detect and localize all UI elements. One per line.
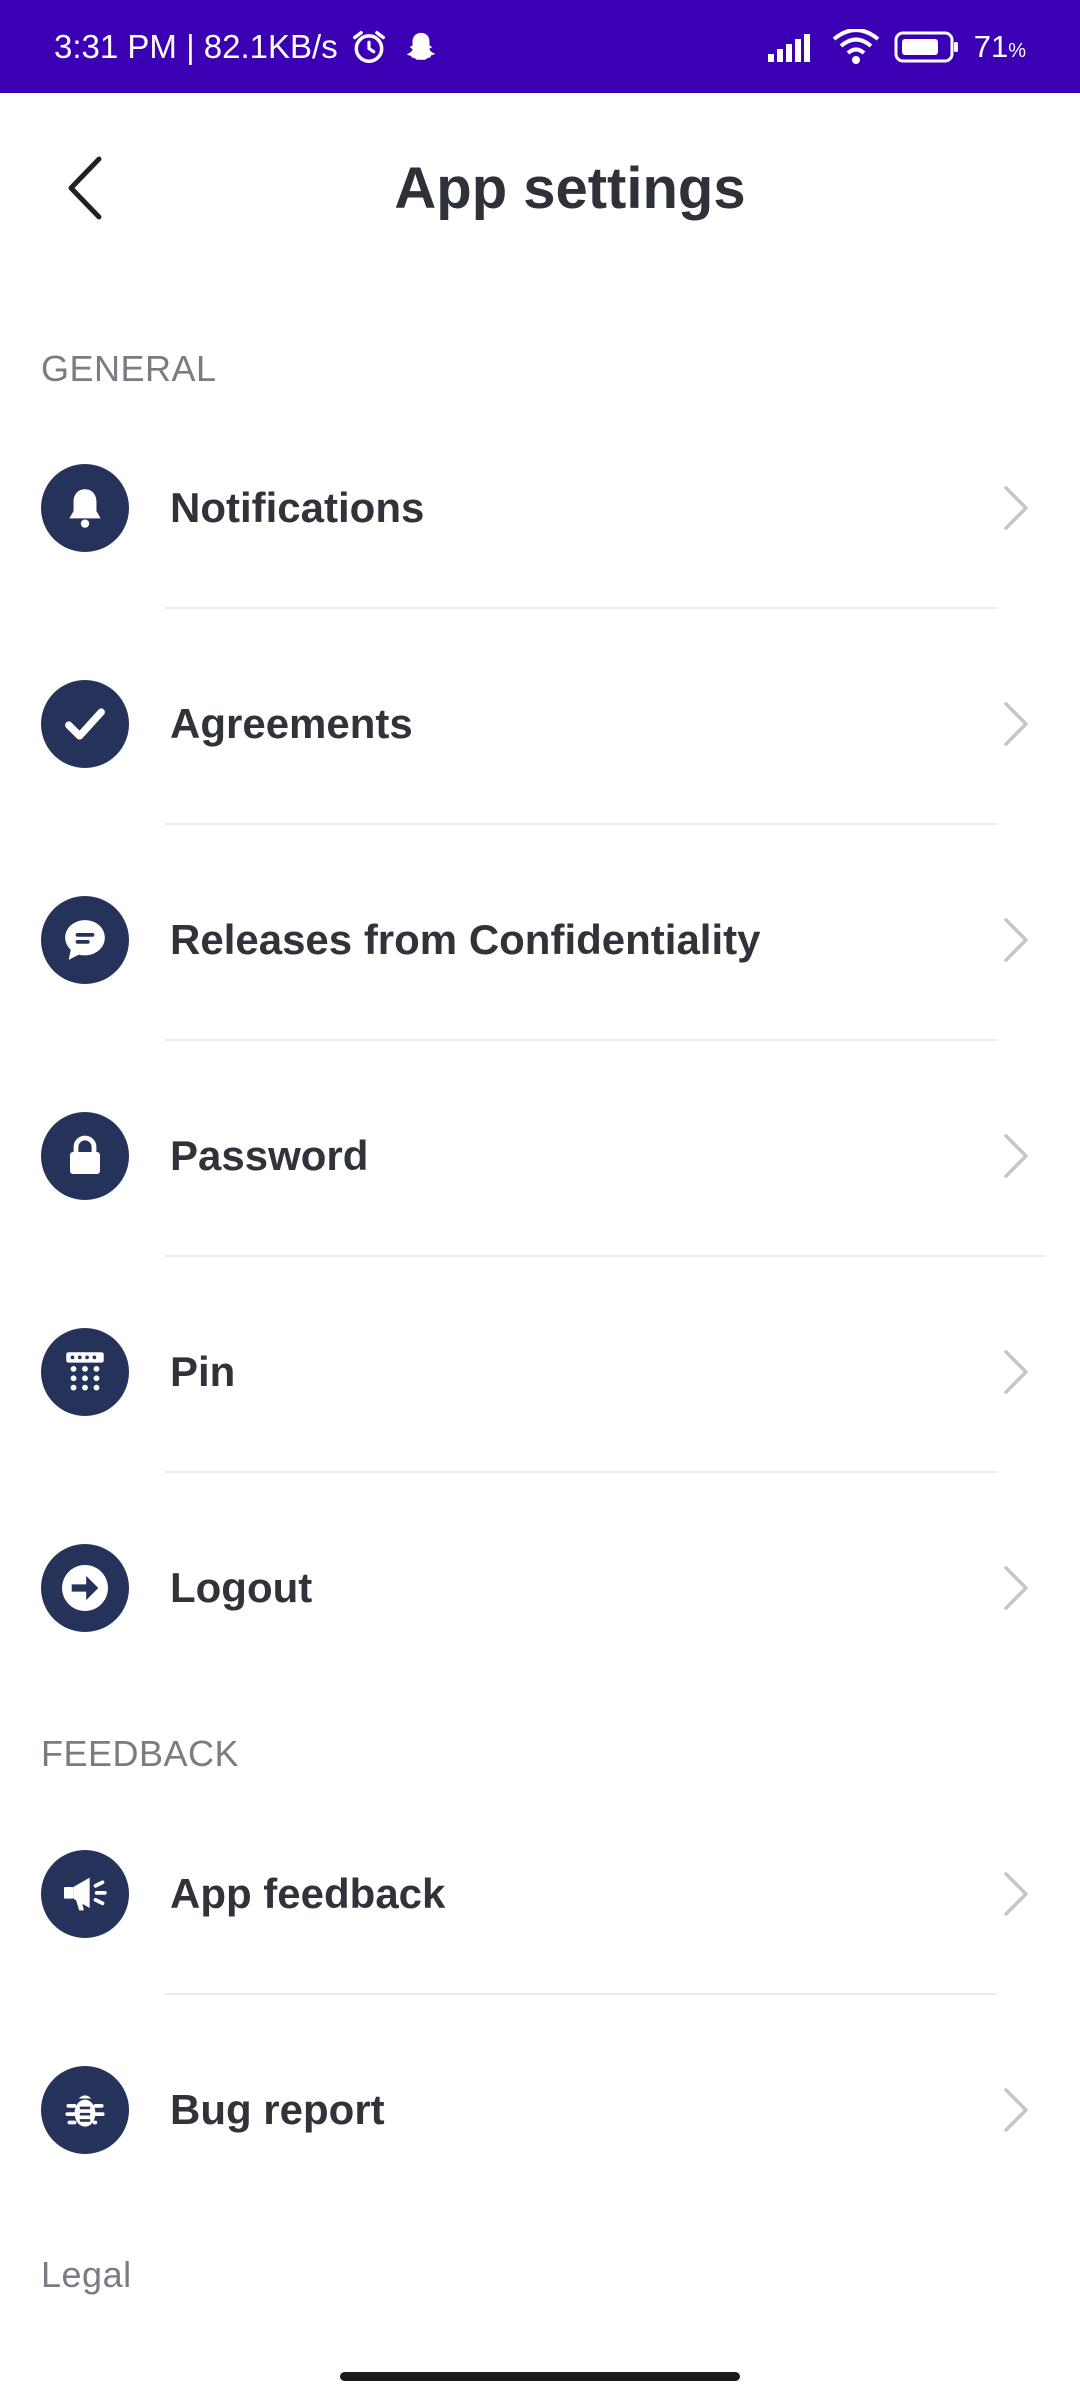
status-left: 3:31 PM | 82.1KB/s xyxy=(54,0,442,93)
section-label-legal: Legal xyxy=(41,2254,132,2295)
divider xyxy=(165,823,997,825)
header: App settings xyxy=(0,93,1080,293)
alarm-icon xyxy=(348,26,390,68)
settings-row-agreements[interactable]: Agreements xyxy=(0,616,1080,832)
megaphone-icon xyxy=(41,1850,129,1938)
settings-row-password[interactable]: Password xyxy=(0,1048,1080,1264)
battery-percent: 71% xyxy=(973,28,1026,64)
signal-icon xyxy=(767,32,818,62)
settings-row-label: Releases from Confidentiality xyxy=(170,916,761,963)
divider xyxy=(165,607,997,609)
check-circle-icon xyxy=(41,680,129,768)
divider xyxy=(165,1039,997,1041)
bug-icon xyxy=(41,2066,129,2154)
wifi-icon xyxy=(832,28,880,65)
section-label-general: GENERAL xyxy=(41,348,217,389)
settings-row-releases[interactable]: Releases from Confidentiality xyxy=(0,832,1080,1048)
settings-row-label: Pin xyxy=(170,1348,236,1395)
chevron-right-icon xyxy=(996,1128,1036,1184)
settings-row-pin[interactable]: Pin xyxy=(0,1264,1080,1480)
status-right: 71% xyxy=(767,0,1026,93)
divider xyxy=(165,1255,1045,1257)
status-bar: 3:31 PM | 82.1KB/s 71% xyxy=(0,0,1080,93)
settings-row-notifications[interactable]: Notifications xyxy=(0,400,1080,616)
settings-row-label: App feedback xyxy=(170,1870,446,1917)
chevron-right-icon xyxy=(996,480,1036,536)
status-time-speed: 3:31 PM | 82.1KB/s xyxy=(54,27,338,65)
chevron-right-icon xyxy=(996,2082,1036,2138)
settings-row-label: Password xyxy=(170,1132,369,1179)
section-label-feedback: FEEDBACK xyxy=(41,1733,240,1774)
divider xyxy=(165,1471,997,1473)
bell-icon xyxy=(41,464,129,552)
chevron-right-icon xyxy=(996,696,1036,752)
chevron-right-icon xyxy=(996,1560,1036,1616)
chevron-right-icon xyxy=(996,1866,1036,1922)
home-indicator[interactable] xyxy=(340,2372,740,2381)
chat-bubble-icon xyxy=(41,896,129,984)
settings-row-logout[interactable]: Logout xyxy=(0,1480,1080,1696)
settings-row-label: Logout xyxy=(170,1564,313,1611)
chevron-right-icon xyxy=(996,1344,1036,1400)
keypad-icon xyxy=(41,1328,129,1416)
chevron-right-icon xyxy=(996,912,1036,968)
settings-row-label: Bug report xyxy=(170,2086,385,2133)
settings-row-label: Agreements xyxy=(170,700,413,747)
battery-icon xyxy=(894,30,960,64)
lock-icon xyxy=(41,1112,129,1200)
snapchat-icon xyxy=(400,26,442,68)
settings-row-label: Notifications xyxy=(170,484,425,531)
page-title: App settings xyxy=(394,156,746,221)
settings-row-bug-report[interactable]: Bug report xyxy=(0,2002,1080,2218)
divider xyxy=(165,1993,997,1995)
settings-row-app-feedback[interactable]: App feedback xyxy=(0,1786,1080,2002)
logout-arrow-icon xyxy=(41,1544,129,1632)
